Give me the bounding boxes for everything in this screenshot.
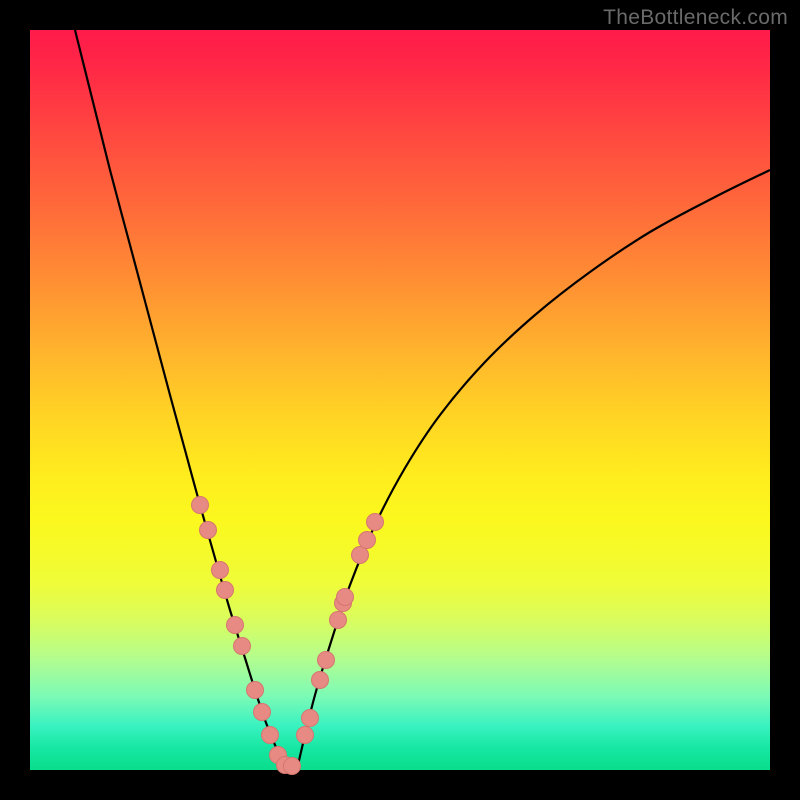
data-dot [367, 514, 384, 531]
data-dot [318, 652, 335, 669]
data-dot [212, 562, 229, 579]
chart-container: TheBottleneck.com [0, 0, 800, 800]
data-dot [254, 704, 271, 721]
data-dot [359, 532, 376, 549]
dots-right [297, 514, 384, 744]
data-dot [192, 497, 209, 514]
plot-area [30, 30, 770, 770]
data-dot [337, 589, 354, 606]
right-curve [298, 170, 770, 765]
left-curve [75, 30, 283, 765]
dots-left [192, 497, 301, 775]
data-dot [312, 672, 329, 689]
curves-svg [30, 30, 770, 770]
data-dot [217, 582, 234, 599]
data-dot [302, 710, 319, 727]
data-dot [247, 682, 264, 699]
data-dot [284, 758, 301, 775]
data-dot [330, 612, 347, 629]
data-dot [262, 727, 279, 744]
data-dot [352, 547, 369, 564]
data-dot [234, 638, 251, 655]
watermark-text: TheBottleneck.com [603, 6, 788, 30]
data-dot [200, 522, 217, 539]
data-dot [297, 727, 314, 744]
data-dot [227, 617, 244, 634]
